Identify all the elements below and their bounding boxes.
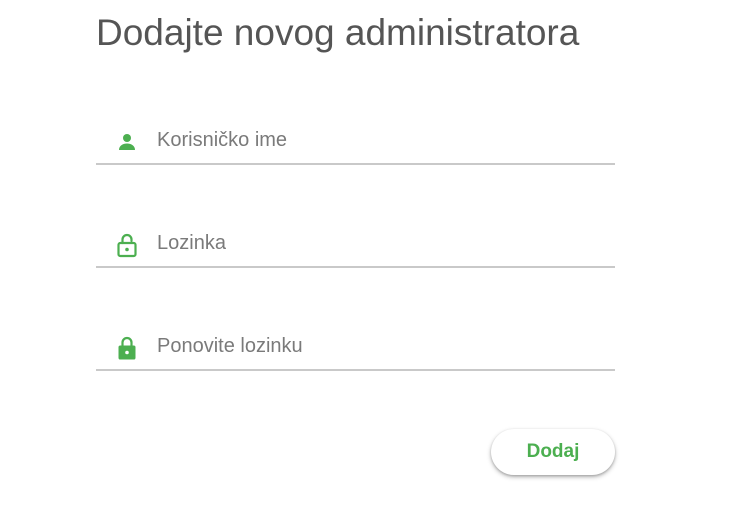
username-input[interactable] [157,125,597,155]
lock-icon [114,335,140,361]
password-input[interactable] [157,228,597,258]
username-field [96,119,615,165]
page-title: Dodajte novog administratora [96,12,580,53]
person-icon [114,129,140,155]
lock-open-icon [114,232,140,258]
add-button[interactable]: Dodaj [491,429,615,475]
confirm-password-field [96,325,615,371]
confirm-password-input[interactable] [157,331,597,361]
password-field [96,222,615,268]
